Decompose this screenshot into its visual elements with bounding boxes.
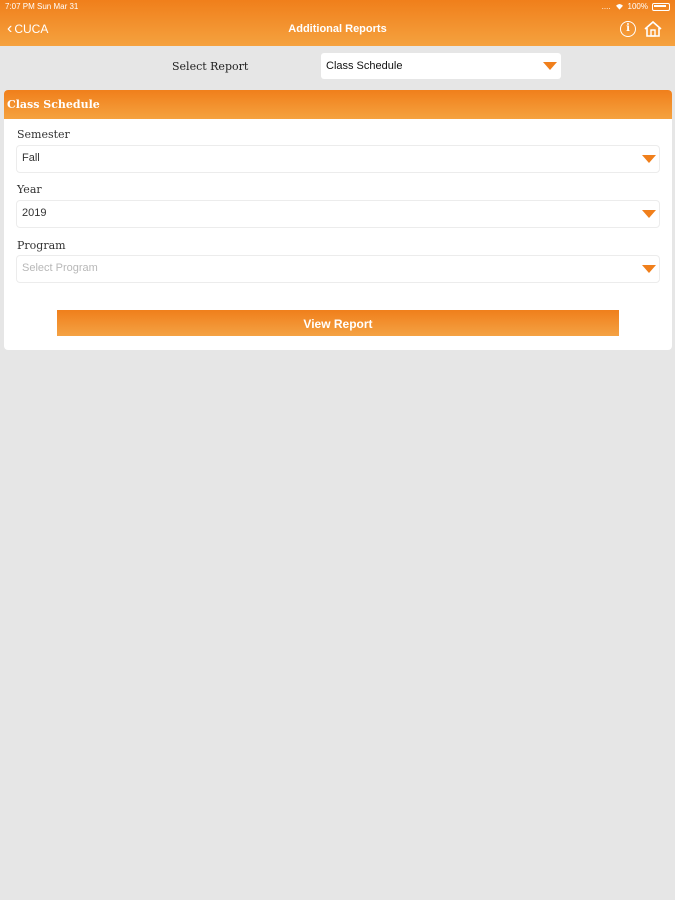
report-select-value: Class Schedule bbox=[326, 60, 403, 72]
status-time: 7:07 PM Sun Mar 31 bbox=[5, 2, 79, 11]
status-right: .... 100% bbox=[602, 2, 670, 11]
card-title: Class Schedule bbox=[4, 90, 672, 119]
semester-value: Fall bbox=[22, 152, 40, 164]
program-placeholder: Select Program bbox=[22, 262, 98, 274]
semester-select[interactable]: Fall bbox=[16, 145, 660, 173]
battery-percent: 100% bbox=[627, 2, 648, 11]
status-bar: 7:07 PM Sun Mar 31 .... 100% bbox=[0, 0, 675, 12]
wifi-icon bbox=[615, 4, 623, 10]
caret-down-icon bbox=[642, 155, 656, 163]
info-icon[interactable]: i bbox=[620, 21, 636, 37]
year-value: 2019 bbox=[22, 207, 47, 219]
battery-icon bbox=[652, 2, 670, 11]
signal-dots: .... bbox=[601, 2, 611, 11]
page-title: Additional Reports bbox=[288, 23, 387, 35]
top-navigation-bar: 7:07 PM Sun Mar 31 .... 100% ‹ CUCA Addi… bbox=[0, 0, 675, 46]
caret-down-icon bbox=[642, 210, 656, 218]
year-label: Year bbox=[17, 183, 42, 196]
home-icon[interactable] bbox=[643, 19, 663, 39]
class-schedule-card: Class Schedule Semester Fall Year 2019 P… bbox=[4, 90, 672, 350]
caret-down-icon bbox=[642, 265, 656, 273]
report-select-dropdown[interactable]: Class Schedule bbox=[321, 53, 561, 79]
caret-down-icon bbox=[543, 62, 557, 70]
report-selector-row: Select Report Class Schedule bbox=[0, 53, 675, 80]
program-select[interactable]: Select Program bbox=[16, 255, 660, 283]
semester-label: Semester bbox=[17, 128, 70, 141]
program-label: Program bbox=[17, 239, 66, 252]
select-report-label: Select Report bbox=[172, 60, 249, 73]
view-report-button[interactable]: View Report bbox=[57, 310, 619, 336]
year-select[interactable]: 2019 bbox=[16, 200, 660, 228]
